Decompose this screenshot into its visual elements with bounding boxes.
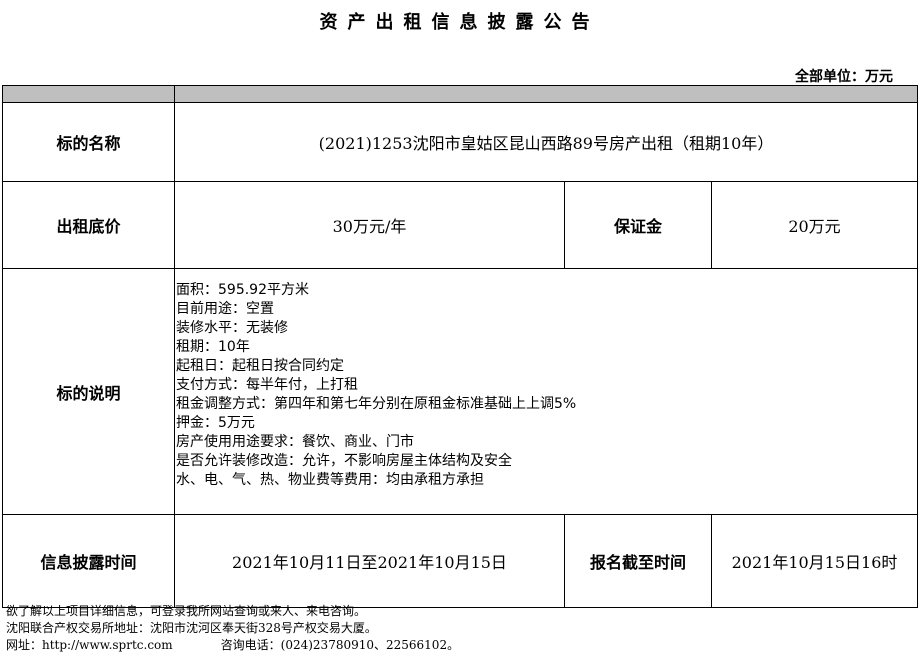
description-line: 租期：10年 — [176, 339, 250, 355]
unit-note: 全部单位：万元 — [795, 69, 893, 85]
table-row: 标的名称 (2021)1253沈阳市皇姑区昆山西路89号房产出租（租期10年） — [2, 102, 919, 182]
description-line: 房产使用用途要求：餐饮、商业、门市 — [176, 434, 414, 450]
description-line: 押金：5万元 — [176, 415, 255, 431]
name-value: (2021)1253沈阳市皇姑区昆山西路89号房产出租（租期10年） — [173, 102, 919, 182]
disclosure-time-value: 2021年10月11日至2021年10月15日 — [174, 514, 565, 608]
header-cell-left — [2, 85, 175, 103]
footer-line-contact: 网址：http://www.sprtc.com 咨询电话：(024)2378091… — [6, 637, 459, 654]
table-row: 信息披露时间 2021年10月11日至2021年10月15日 报名截至时间 20… — [2, 514, 919, 608]
description-line: 起租日：起租日按合同约定 — [176, 358, 344, 374]
description-label: 标的说明 — [2, 268, 175, 515]
name-label: 标的名称 — [2, 102, 175, 182]
website-link[interactable]: 网址：http://www.sprtc.com — [6, 638, 173, 652]
table-header-row — [2, 85, 919, 103]
deadline-label: 报名截至时间 — [564, 514, 712, 608]
price-label: 出租底价 — [2, 181, 175, 269]
description-line: 装修水平：无装修 — [176, 320, 288, 336]
description-line: 支付方式：每半年付，上打租 — [176, 377, 358, 393]
table-row: 出租底价 30万元/年 保证金 20万元 — [2, 181, 919, 269]
description-line: 租金调整方式：第四年和第七年分别在原租金标准基础上上调5% — [176, 396, 577, 412]
description-line: 面积：595.92平方米 — [176, 282, 309, 298]
description-line: 目前用途：空置 — [176, 301, 274, 317]
deposit-value: 20万元 — [710, 181, 919, 269]
footer-line-info: 欲了解以上项目详细信息，可登录我所网站查询或来人、来电咨询。 — [6, 604, 367, 618]
footer: 欲了解以上项目详细信息，可登录我所网站查询或来人、来电咨询。 沈阳联合产权交易所… — [6, 603, 459, 654]
price-value: 30万元/年 — [174, 181, 565, 269]
deposit-label: 保证金 — [564, 181, 712, 269]
phone-text: 咨询电话：(024)23780910、22566102。 — [220, 638, 460, 652]
header-cell-right — [173, 85, 919, 103]
table-row: 标的说明 面积：595.92平方米 目前用途：空置 装修水平：无装修 租期：10… — [2, 268, 919, 515]
page-title: 资产出租信息披露公告 — [319, 12, 600, 33]
disclosure-table: 标的名称 (2021)1253沈阳市皇姑区昆山西路89号房产出租（租期10年） … — [2, 85, 919, 608]
description-line: 水、电、气、热、物业费等费用：均由承租方承担 — [176, 472, 484, 488]
disclosure-time-label: 信息披露时间 — [2, 514, 175, 608]
description-content: 面积：595.92平方米 目前用途：空置 装修水平：无装修 租期：10年 起租日… — [173, 268, 919, 515]
description-line: 是否允许装修改造：允许，不影响房屋主体结构及安全 — [176, 453, 512, 469]
footer-line-address: 沈阳联合产权交易所地址：沈阳市沈河区奉天街328号产权交易大厦。 — [6, 621, 377, 635]
deadline-value: 2021年10月15日16时 — [710, 514, 919, 608]
